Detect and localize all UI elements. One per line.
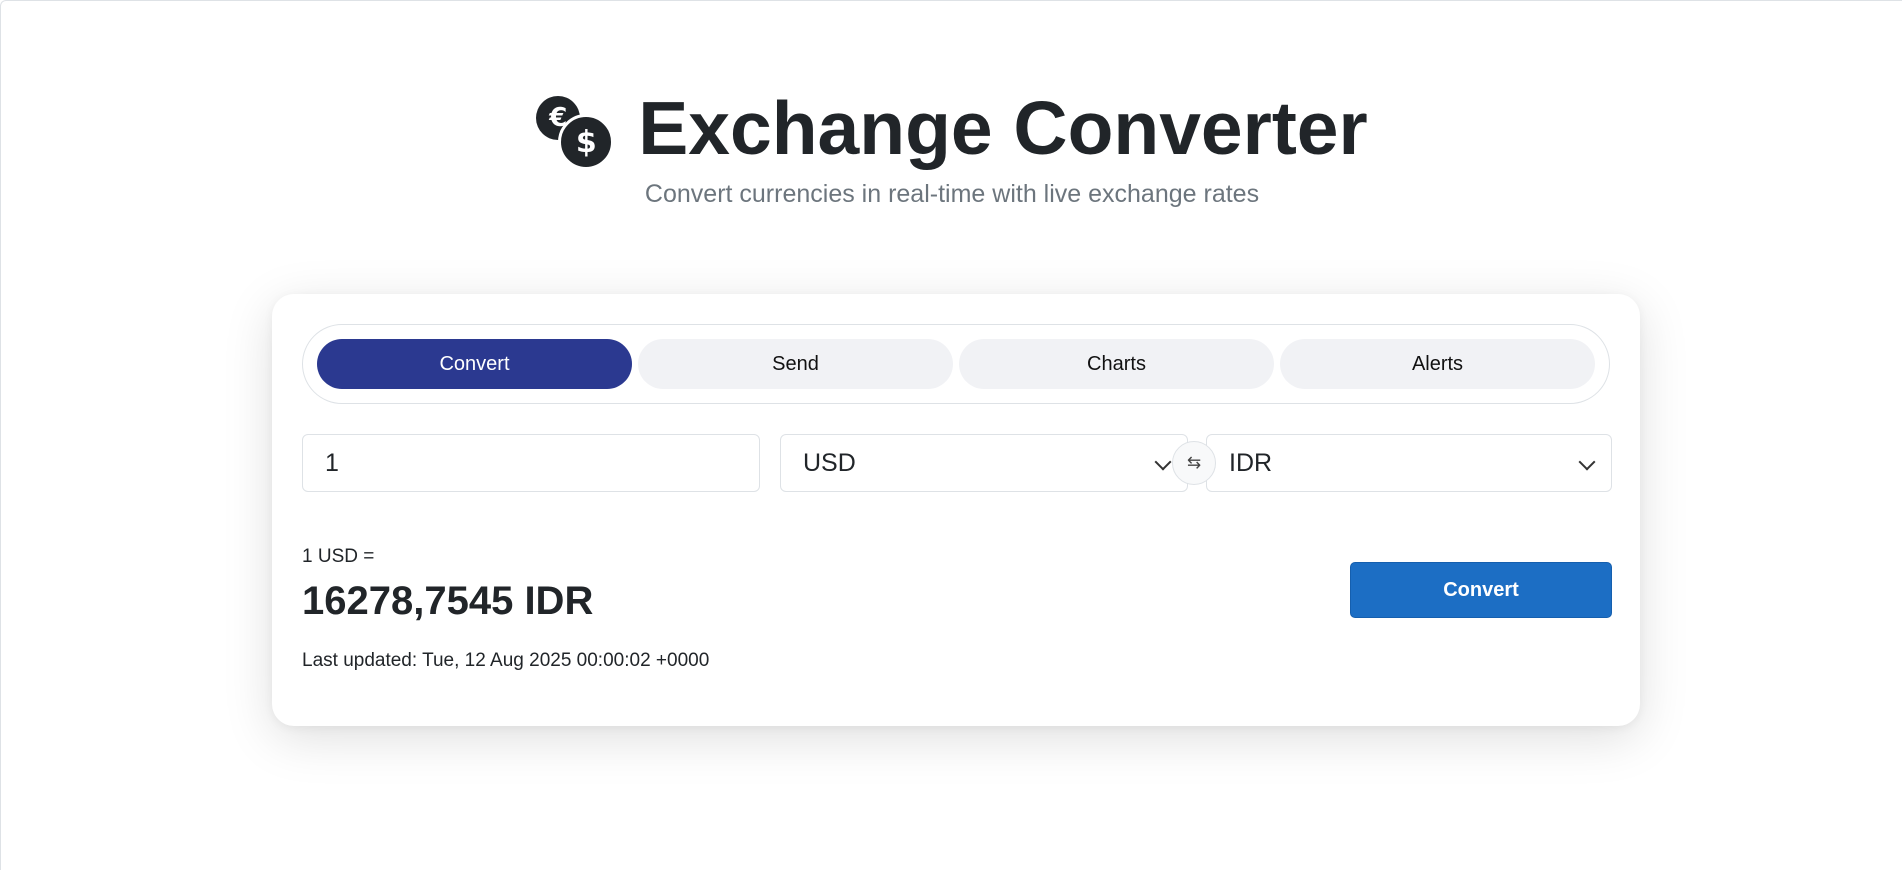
tab-alerts[interactable]: Alerts bbox=[1280, 339, 1595, 389]
amount-input[interactable]: 1 bbox=[302, 434, 760, 492]
page-title: Exchange Converter bbox=[638, 86, 1368, 170]
tab-convert[interactable]: Convert bbox=[317, 339, 632, 389]
convert-button[interactable]: Convert bbox=[1350, 562, 1612, 618]
currency-exchange-icon: € $ bbox=[536, 92, 615, 170]
rate-base-label: 1 USD = bbox=[302, 546, 375, 567]
tab-charts[interactable]: Charts bbox=[959, 339, 1274, 389]
to-currency-value: IDR bbox=[1229, 448, 1273, 477]
last-updated-text: Last updated: Tue, 12 Aug 2025 00:00:02 … bbox=[302, 650, 710, 671]
amount-value: 1 bbox=[325, 448, 339, 477]
from-currency-value: USD bbox=[803, 448, 856, 477]
chevron-down-icon bbox=[1578, 453, 1596, 471]
dollar-coin-icon: $ bbox=[558, 114, 615, 170]
conversion-result: 16278,7545 IDR bbox=[302, 579, 594, 623]
from-currency-select[interactable]: USD bbox=[780, 434, 1188, 492]
converter-card: Convert Send Charts Alerts 1 USD IDR ⇆ 1… bbox=[272, 294, 1640, 726]
swap-icon: ⇆ bbox=[1186, 453, 1202, 473]
page-header: € $ Exchange Converter bbox=[0, 84, 1904, 172]
tab-send[interactable]: Send bbox=[638, 339, 953, 389]
swap-currencies-button[interactable]: ⇆ bbox=[1172, 441, 1216, 485]
tab-bar: Convert Send Charts Alerts bbox=[302, 324, 1610, 404]
chevron-down-icon bbox=[1154, 453, 1172, 471]
to-currency-select[interactable]: IDR bbox=[1206, 434, 1612, 492]
page-subtitle: Convert currencies in real-time with liv… bbox=[644, 180, 1260, 208]
